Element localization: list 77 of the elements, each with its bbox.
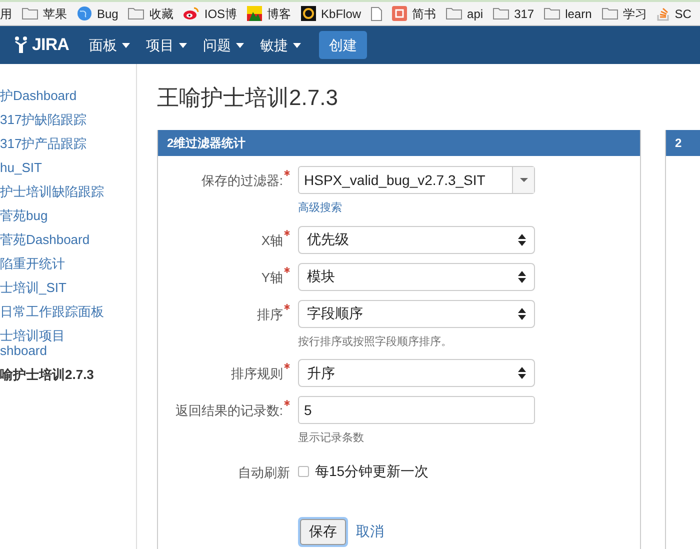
bookmark-link[interactable]: SC <box>674 4 692 22</box>
sidebar-item[interactable]: 护士培训缺陷跟踪 <box>0 184 136 199</box>
globe-icon <box>77 6 92 21</box>
dropdown-select[interactable]: 字段顺序 <box>298 300 535 328</box>
page-title: 王喻护士培训2.7.3 <box>157 84 339 112</box>
checkbox-label: 每15分钟更新一次 <box>315 462 429 481</box>
eye-logo-icon <box>183 7 200 20</box>
folder-icon <box>446 7 462 20</box>
dropdown-select[interactable]: 优先级 <box>298 226 535 254</box>
dropdown-select[interactable]: 模块 <box>298 262 535 290</box>
field-label: 自动刷新 <box>238 464 290 482</box>
nav-menu-button[interactable]: 问题 <box>203 34 244 56</box>
field-label: 排序 <box>257 306 283 324</box>
ring-logo-icon <box>301 6 316 21</box>
panel-title: 2 <box>675 135 682 152</box>
bookmark-link[interactable]: 用 <box>0 4 12 22</box>
bookmark-link[interactable]: 收藏 <box>149 4 174 22</box>
bookmark-link[interactable]: 317 <box>514 4 534 22</box>
field-hint: 显示记录条数 <box>298 431 365 446</box>
sidebar-item[interactable]: 菅苑bug <box>0 208 136 223</box>
folder-icon <box>128 7 144 20</box>
sidebar-item[interactable]: 陷重开统计 <box>0 256 136 271</box>
field-label: X轴 <box>261 232 283 250</box>
sidebar-item[interactable]: 喻护士培训2.7.3 <box>0 367 136 382</box>
field-hint: 按行排序或按照字段顺序排序。 <box>298 334 453 350</box>
stack-icon <box>656 6 670 21</box>
advanced-search-link[interactable]: 高级搜索 <box>298 200 342 216</box>
checkbox[interactable] <box>298 466 309 477</box>
colorful-icon <box>247 6 262 21</box>
caret-icon <box>179 42 188 48</box>
field-label: 保存的过滤器: <box>201 172 283 190</box>
sidebar-item[interactable]: 士培训_SIT <box>0 280 136 295</box>
up-down-arrows-icon <box>518 234 526 246</box>
nav-menu-button[interactable]: 项目 <box>146 34 188 56</box>
input-field[interactable]: 5 <box>298 396 535 424</box>
save-button[interactable]: 保存 <box>300 518 346 544</box>
bookmark-link[interactable]: Bug <box>97 4 118 22</box>
dropdown-select[interactable]: 升序 <box>298 359 535 387</box>
sidebar-item[interactable]: 护Dashboard <box>0 88 136 103</box>
nav-menu-button[interactable]: 敏捷 <box>260 34 302 56</box>
caret-icon <box>520 178 528 182</box>
caret-icon <box>293 42 302 48</box>
sidebar-item[interactable]: 317护产品跟踪 <box>0 136 136 151</box>
create-button[interactable]: 创建 <box>319 31 368 59</box>
file-icon <box>371 6 382 20</box>
square-logo-icon <box>392 6 408 21</box>
folder-icon <box>22 7 38 20</box>
bookmark-link[interactable]: 苹果 <box>43 4 67 22</box>
sidebar-item[interactable]: 菅苑Dashboard <box>0 232 136 247</box>
bookmark-link[interactable]: api <box>467 4 484 22</box>
up-down-arrows-icon <box>518 367 526 379</box>
bookmark-link[interactable]: KbFlow <box>321 4 362 22</box>
bookmark-link[interactable]: 博客 <box>267 4 292 22</box>
bookmark-link[interactable]: IOS博 <box>204 4 238 22</box>
logo-text: JIRA <box>32 34 70 56</box>
up-down-arrows-icon <box>518 270 526 282</box>
filter-combo-field[interactable]: HSPX_valid_bug_v2.7.3_SIT <box>298 166 535 194</box>
folder-icon <box>493 7 510 20</box>
folder-icon <box>602 7 618 20</box>
logo-icon <box>14 36 28 54</box>
up-down-arrows-icon <box>518 308 526 320</box>
bookmark-link[interactable]: 学习 <box>622 4 647 22</box>
bookmark-link[interactable]: learn <box>565 4 592 22</box>
caret-icon <box>236 42 244 48</box>
sidebar-item[interactable]: 士培训项目 shboard <box>0 328 136 358</box>
field-label: Y轴 <box>261 268 283 286</box>
cancel-link[interactable]: 取消 <box>356 521 384 542</box>
sidebar-item[interactable]: 日常工作跟踪面板 <box>0 304 136 319</box>
field-label: 返回结果的记录数: <box>175 402 283 420</box>
folder-icon <box>544 7 560 20</box>
caret-icon <box>122 42 130 48</box>
field-label: 排序规则 <box>231 365 283 383</box>
bookmark-link[interactable]: 简书 <box>412 4 436 22</box>
sidebar-item[interactable]: hu_SIT <box>0 160 136 175</box>
panel-title: 2维过滤器统计 <box>167 135 246 152</box>
sidebar-item[interactable]: 317护缺陷跟踪 <box>0 112 136 127</box>
nav-menu-button[interactable]: 面板 <box>89 34 130 56</box>
